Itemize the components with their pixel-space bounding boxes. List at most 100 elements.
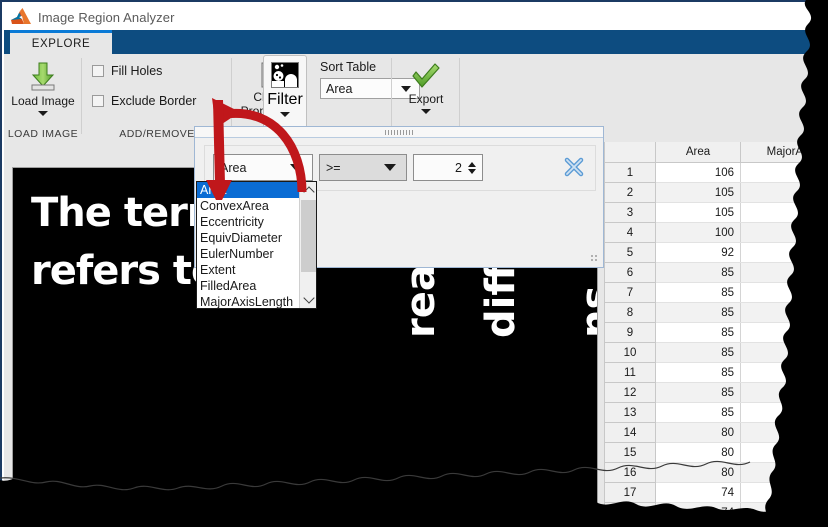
cell-majoraxislength[interactable]: 19.252 [740,182,822,203]
table-row[interactable]: 410017.672 [604,222,822,243]
checkbox-box[interactable] [92,65,104,77]
cell-majoraxislength[interactable]: 17.2 [740,502,822,521]
table-row[interactable]: 1974 [605,523,825,524]
row-index-cell[interactable]: 8 [604,302,656,323]
filter-property-combo[interactable]: Area [213,154,313,181]
dropdown-option[interactable]: EulerNumber [197,246,301,262]
cell-area[interactable]: 80 [655,422,741,443]
dropdown-scrollbar[interactable] [299,182,316,308]
spinner-down-icon[interactable] [468,168,476,174]
filter-dialog-drag-handle[interactable] [195,127,603,138]
dropdown-option[interactable]: Eccentricity [197,214,301,230]
cell-area[interactable]: 80 [655,462,741,483]
cell-area[interactable]: 106 [655,162,741,183]
cell-area[interactable]: 105 [655,182,741,203]
table-row[interactable]: 310519.253 [604,202,822,223]
cell-area[interactable]: 80 [655,442,741,463]
cell-area[interactable]: 85 [655,382,741,403]
table-row[interactable]: 68515.6062 [604,262,822,283]
cell-area[interactable]: 100 [655,222,741,243]
scroll-down-icon[interactable] [300,291,316,308]
row-index-cell[interactable]: 6 [604,262,656,283]
cell-area[interactable]: 105 [655,202,741,223]
cell-majoraxislength[interactable]: 15.724 [740,242,822,263]
cell-majoraxislength[interactable]: 15.6 [740,302,822,323]
row-index-cell[interactable]: 12 [604,382,656,403]
table-row[interactable]: 88515.6 [604,302,822,323]
row-index-cell[interactable]: 10 [604,342,656,363]
row-index-cell[interactable]: 2 [604,182,656,203]
table-row[interactable]: 108515.606 [604,342,822,363]
row-index-cell[interactable]: 15 [604,442,656,463]
column-header-index[interactable] [604,142,656,163]
cell-majoraxislength[interactable]: 15.606 [740,342,822,363]
column-header-majoraxislength[interactable]: MajorAxisLength [740,142,822,163]
cell-area[interactable]: 85 [655,362,741,383]
export-button[interactable]: Export [398,60,454,114]
row-index-cell[interactable]: 13 [604,402,656,423]
dropdown-option[interactable]: EquivDiameter [197,230,301,246]
table-row[interactable]: 128515.6 [604,382,822,403]
dropdown-option[interactable]: FilledArea [197,278,301,294]
scrollbar-thumb[interactable] [301,200,316,272]
row-index-cell[interactable]: 7 [604,282,656,303]
exclude-border-checkbox[interactable]: Exclude Border [92,94,196,108]
table-row[interactable]: 59215.724 [604,242,822,263]
cell-majoraxislength[interactable]: 16.597 [740,162,822,183]
table-row[interactable]: 177417.2822 [604,482,822,503]
cell-majoraxislength[interactable]: 15.606 [740,362,822,383]
dropdown-option[interactable]: Area [197,182,301,198]
chevron-down-icon[interactable] [280,112,290,117]
table-row[interactable]: 168015.87 [604,462,822,483]
spinner-arrows[interactable] [466,155,478,180]
chevron-down-icon[interactable] [290,164,302,171]
cell-majoraxislength[interactable]: 17.672 [740,222,822,243]
row-index-cell[interactable]: 19 [605,523,656,524]
cell-majoraxislength[interactable]: 15.6 [740,382,822,403]
table-row[interactable]: 118515.606 [604,362,822,383]
table-row[interactable]: 78515.606 [604,282,822,303]
cell-majoraxislength[interactable]: 15.6 [740,322,822,343]
cell-area[interactable]: 92 [655,242,741,263]
dropdown-option[interactable]: ConvexArea [197,198,301,214]
cell-majoraxislength[interactable]: 15.873 [740,442,822,463]
chevron-down-icon[interactable] [38,111,48,116]
table-row[interactable]: 138515.60 [604,402,822,423]
row-index-cell[interactable]: 17 [604,482,656,503]
cell-area[interactable]: 85 [655,402,741,423]
filter-operator-combo[interactable]: >= [319,154,407,181]
chevron-down-icon[interactable] [384,164,396,171]
cell-majoraxislength[interactable]: 19.253 [740,202,822,223]
dropdown-option[interactable]: MajorAxisLength [197,294,301,308]
row-index-cell[interactable]: 5 [604,242,656,263]
row-index-cell[interactable]: 14 [604,422,656,443]
tab-explore[interactable]: EXPLORE [10,30,112,54]
cell-area[interactable]: 85 [655,302,741,323]
cell-majoraxislength[interactable]: 15.60 [740,402,822,423]
cell-majoraxislength[interactable]: 15.6062 [740,262,822,283]
table-row[interactable]: 210519.252 [604,182,822,203]
cell-area[interactable]: 85 [655,262,741,283]
filter-threshold-spinner[interactable]: 2 [413,154,483,181]
column-header-area[interactable]: Area [655,142,741,163]
cell-area[interactable]: 85 [655,342,741,363]
cell-majoraxislength[interactable]: 15.606 [740,282,822,303]
spinner-up-icon[interactable] [468,161,476,167]
table-row[interactable]: 148015.8738 [604,422,822,443]
row-index-cell[interactable]: 4 [604,222,656,243]
chevron-down-icon[interactable] [421,109,431,114]
row-index-cell[interactable]: 11 [604,362,656,383]
dropdown-option[interactable]: Extent [197,262,301,278]
scroll-up-icon[interactable] [300,182,316,199]
table-row[interactable]: 18 74 17.2 [604,502,822,521]
region-properties-table[interactable]: Area MajorAxisLength 110616.597210519.25… [604,142,825,524]
row-index-cell[interactable]: 9 [604,322,656,343]
cell-majoraxislength[interactable]: 15.87 [740,462,822,483]
load-image-button[interactable]: Load Image [10,60,76,116]
cell-area[interactable]: 74 [655,482,741,503]
row-index-cell[interactable]: 1 [604,162,656,183]
blue-x-delete-icon[interactable] [563,156,585,178]
table-row[interactable]: 110616.597 [604,162,822,183]
table-row[interactable]: 98515.6 [604,322,822,343]
checkbox-box[interactable] [92,95,104,107]
